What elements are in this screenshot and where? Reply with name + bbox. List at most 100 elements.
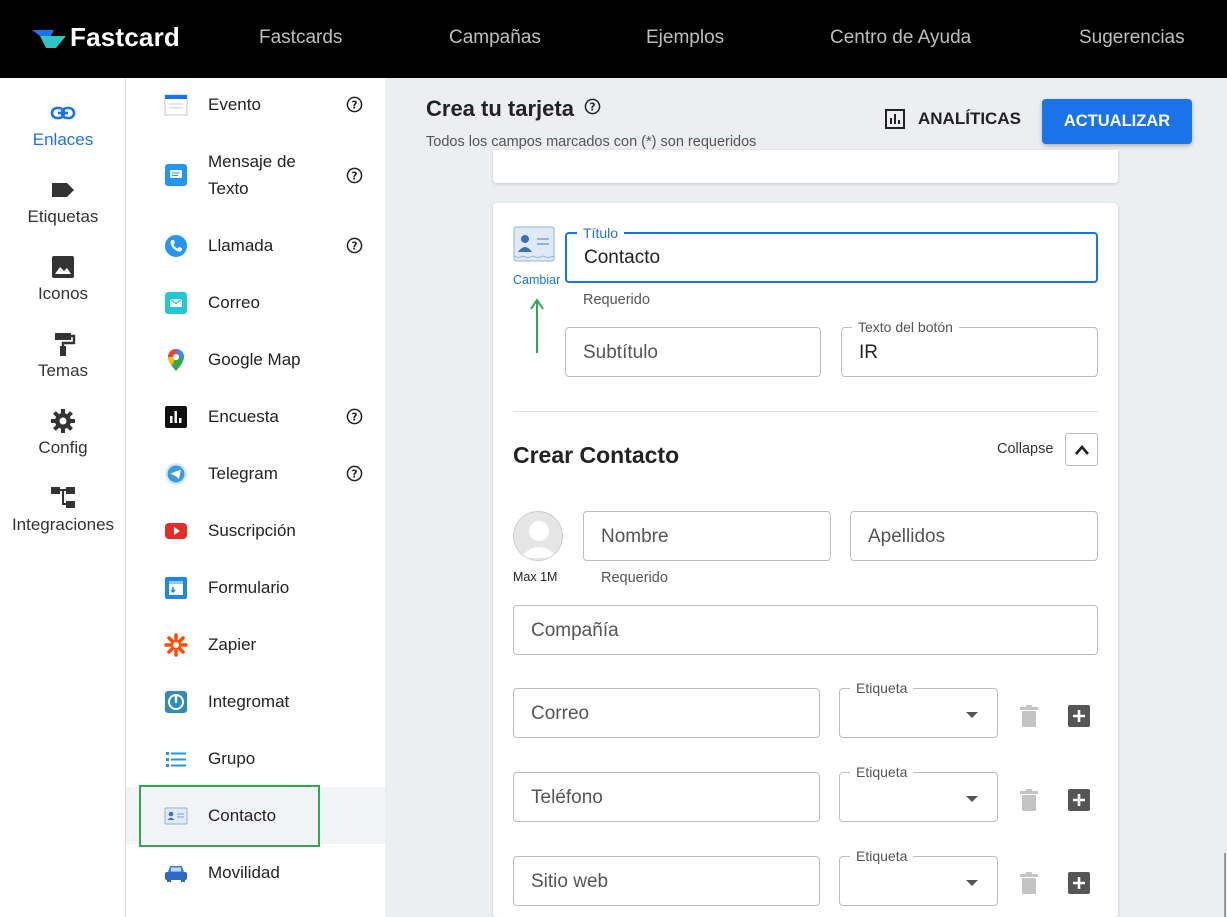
scrollbar-thumb[interactable] [1224, 853, 1226, 917]
component-label: Correo [208, 293, 260, 312]
help-icon[interactable]: ? [584, 98, 601, 115]
rail-label-config: Config [38, 438, 88, 457]
component-label: Mensaje de Texto [208, 152, 296, 198]
component-label: Integromat [208, 692, 290, 711]
help-icon[interactable]: ? [346, 96, 363, 113]
label-icon [52, 183, 74, 197]
update-button[interactable]: ACTUALIZAR [1042, 99, 1192, 144]
last-name-field[interactable]: Apellidos [850, 511, 1098, 561]
component-label: Evento [208, 95, 261, 114]
help-icon[interactable]: ? [346, 465, 363, 482]
analytics-label: ANALÍTICAS [918, 109, 1021, 128]
rail-item-etiquetas[interactable]: Etiquetas [0, 177, 126, 227]
help-icon[interactable]: ? [346, 237, 363, 254]
component-suscripcion[interactable]: Suscripción [126, 502, 385, 559]
brand-name: Fastcard [70, 22, 180, 52]
add-icon[interactable] [1067, 704, 1091, 728]
subtitle-field[interactable]: Subtítulo [565, 327, 821, 377]
svg-text:?: ? [351, 411, 357, 423]
component-telegram[interactable]: Telegram ? [126, 445, 385, 502]
button-text-field[interactable]: Texto del botón IR [841, 319, 1098, 377]
title-field[interactable]: Título Contacto [565, 225, 1098, 283]
nav-fastcards[interactable]: Fastcards [259, 27, 342, 49]
nav-campanas[interactable]: Campañas [449, 27, 541, 49]
first-name-field[interactable]: Nombre [583, 511, 831, 561]
email-field[interactable]: Correo [513, 688, 820, 738]
component-label: Encuesta [208, 407, 279, 426]
button-text-label: Texto del botón [852, 319, 959, 335]
green-arrow-annotation [530, 298, 544, 353]
analytics-button[interactable]: ANALÍTICAS [884, 108, 1021, 130]
component-movilidad[interactable]: Movilidad [126, 844, 385, 901]
component-label: Formulario [208, 578, 290, 597]
rail-label-etiquetas: Etiquetas [27, 207, 99, 226]
dropdown-arrow-icon [966, 880, 978, 886]
component-llamada[interactable]: Llamada ? [126, 217, 385, 274]
required-fields-note: Todos los campos marcados con (*) son re… [426, 134, 757, 150]
paint-roller-icon [55, 333, 76, 356]
component-evento[interactable]: Evento ? [126, 76, 385, 133]
image-icon [52, 256, 74, 278]
rail-item-integraciones[interactable]: Integraciones [0, 485, 126, 535]
section-divider [513, 411, 1098, 412]
zapier-icon [164, 632, 188, 657]
car-icon [165, 865, 187, 882]
mail-icon [165, 291, 187, 314]
avatar-size-limit: Max 1M [513, 570, 558, 584]
calendar-event-icon [164, 94, 188, 115]
nav-centro-de-ayuda[interactable]: Centro de Ayuda [830, 27, 971, 49]
rail-item-enlaces[interactable]: Enlaces [0, 100, 126, 150]
component-label: Suscripción [208, 521, 296, 540]
phone-field[interactable]: Teléfono [513, 772, 820, 822]
trash-icon[interactable] [1017, 704, 1041, 728]
website-label-select[interactable]: Etiqueta [839, 848, 998, 906]
rail-item-iconos[interactable]: Iconos [0, 254, 126, 304]
nav-ejemplos[interactable]: Ejemplos [646, 27, 724, 49]
form-icon [165, 576, 187, 599]
help-icon[interactable]: ? [346, 167, 363, 184]
trash-icon[interactable] [1017, 871, 1041, 895]
collapse-button[interactable] [1065, 433, 1098, 466]
component-zapier[interactable]: Zapier [126, 616, 385, 673]
component-integromat[interactable]: Integromat [126, 673, 385, 730]
component-correo[interactable]: Correo [126, 274, 385, 331]
title-helper-text: Requerido [583, 292, 650, 308]
fastcard-logo-icon [32, 29, 66, 48]
rail-item-config[interactable]: Config [0, 408, 126, 458]
help-icon[interactable]: ? [346, 408, 363, 425]
link-icon [50, 106, 76, 120]
dropdown-arrow-icon [966, 796, 978, 802]
collapse-label: Collapse [997, 441, 1054, 457]
phone-label-select[interactable]: Etiqueta [839, 764, 998, 822]
title-field-label: Título [577, 225, 625, 241]
component-grupo[interactable]: Grupo [126, 730, 385, 787]
phone-icon [165, 234, 187, 257]
rail-label-iconos: Iconos [37, 284, 89, 303]
rail-item-temas[interactable]: Temas [0, 331, 126, 381]
subtitle-placeholder: Subtítulo [583, 342, 658, 363]
component-google-map[interactable]: Google Map [126, 331, 385, 388]
dropdown-arrow-icon [966, 712, 978, 718]
nav-sugerencias[interactable]: Sugerencias [1079, 27, 1185, 49]
email-label-select[interactable]: Etiqueta [839, 680, 998, 738]
contact-card-icon[interactable] [513, 226, 555, 262]
change-icon-link[interactable]: Cambiar [513, 273, 560, 287]
last-name-placeholder: Apellidos [868, 526, 946, 547]
svg-text:?: ? [351, 240, 357, 252]
avatar-upload[interactable] [513, 511, 563, 561]
website-field[interactable]: Sitio web [513, 856, 820, 906]
svg-text:?: ? [351, 99, 357, 111]
fastcard-logo[interactable]: Fastcard [30, 22, 180, 53]
add-icon[interactable] [1067, 871, 1091, 895]
poll-chart-icon [165, 405, 187, 428]
add-icon[interactable] [1067, 788, 1091, 812]
component-encuesta[interactable]: Encuesta ? [126, 388, 385, 445]
company-field[interactable]: Compañía [513, 605, 1098, 655]
rail-label-integraciones: Integraciones [11, 515, 115, 534]
section-title: Crear Contacto [513, 442, 680, 468]
trash-icon[interactable] [1017, 788, 1041, 812]
component-formulario[interactable]: Formulario [126, 559, 385, 616]
rail-label-enlaces: Enlaces [32, 130, 94, 149]
component-mensaje-de-texto[interactable]: Mensaje de Texto ? [126, 148, 385, 202]
button-text-value: IR [859, 342, 878, 363]
